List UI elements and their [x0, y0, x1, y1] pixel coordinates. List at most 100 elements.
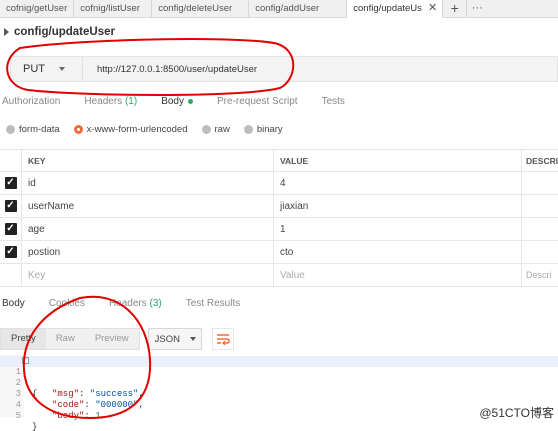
column-header-value: VALUE: [274, 150, 522, 171]
watermark: @51CTO博客: [479, 406, 554, 420]
response-tab-test-results[interactable]: Test Results: [186, 298, 240, 314]
wrap-lines-icon: [216, 334, 230, 345]
response-tab-body[interactable]: Body: [2, 298, 25, 314]
tab-list-user[interactable]: cofnig/listUser: [74, 0, 153, 18]
params-table: KEY VALUE DESCRI ✓ id 4 ✓ userName jiaxi…: [0, 149, 558, 287]
new-value-input[interactable]: Value: [274, 264, 522, 286]
headers-count: (1): [124, 96, 138, 107]
param-description-field[interactable]: [522, 195, 558, 217]
param-value-field[interactable]: jiaxian: [274, 195, 522, 217]
raw-button[interactable]: Raw: [46, 329, 85, 349]
tab-headers[interactable]: Headers (1): [84, 96, 137, 112]
radio-raw[interactable]: raw: [201, 124, 230, 135]
param-key-field[interactable]: age: [22, 218, 274, 240]
table-header-row: KEY VALUE DESCRI: [0, 150, 558, 172]
line-number: 5: [15, 411, 21, 421]
response-tabs: Body Cookies Headers (3) Test Results: [0, 298, 558, 314]
new-tab-button[interactable]: +: [443, 0, 468, 17]
column-header-description: DESCRI: [526, 155, 558, 166]
fold-toggle-icon[interactable]: -: [22, 357, 29, 364]
close-icon[interactable]: ✕: [428, 0, 437, 17]
table-row-placeholder: Key Value Descri: [0, 264, 558, 287]
response-headers-count: (3): [149, 298, 162, 309]
format-select[interactable]: JSON: [147, 328, 202, 350]
preview-button[interactable]: Preview: [85, 329, 139, 349]
radio-binary[interactable]: binary: [243, 124, 283, 135]
table-row: ✓ postion cto: [0, 241, 558, 264]
chevron-down-icon: [189, 337, 196, 341]
table-row: ✓ age 1: [0, 218, 558, 241]
url-input[interactable]: http://127.0.0.1:8500/user/updateUser: [83, 64, 257, 75]
tab-prerequest-script[interactable]: Pre-request Script: [217, 96, 298, 112]
param-key-field[interactable]: id: [22, 172, 274, 194]
active-dot-icon: [188, 98, 193, 104]
response-tab-headers[interactable]: Headers (3): [109, 298, 162, 314]
param-description-field[interactable]: [522, 218, 558, 240]
tab-tests[interactable]: Tests: [322, 96, 345, 112]
row-checkbox-cell: ✓: [0, 218, 22, 240]
new-description-input[interactable]: Descri: [522, 264, 558, 286]
request-section-tabs: Authorization Headers (1) Body Pre-reque…: [0, 96, 558, 112]
param-value-field[interactable]: cto: [274, 241, 522, 263]
code-line: 3 "code": "000000",: [0, 378, 558, 410]
view-mode-segment: Pretty Raw Preview: [0, 328, 140, 350]
tab-delete-user[interactable]: config/deleteUser: [152, 0, 250, 18]
code-line: 1 - {: [0, 356, 558, 399]
code-line: 5 }: [0, 400, 558, 431]
response-toolbar: Pretty Raw Preview JSON: [0, 327, 234, 351]
row-checkbox[interactable]: ✓: [4, 200, 17, 212]
radio-form-data-label: form-data: [19, 124, 60, 135]
chevron-down-icon: [59, 67, 65, 71]
radio-form-data[interactable]: form-data: [6, 124, 60, 135]
code-line: 4 "body": 1: [0, 389, 558, 421]
json-key: "body": [52, 411, 85, 421]
more-tabs-button[interactable]: ···: [467, 0, 487, 17]
response-tab-headers-label: Headers: [108, 298, 147, 309]
radio-urlencoded-label: x-www-form-urlencoded: [86, 124, 188, 135]
code-line: 2 "msg": "success",: [0, 367, 558, 399]
response-body-viewer[interactable]: 1 - { 2 "msg": "success", 3 "code": "000…: [0, 355, 558, 431]
param-value-field[interactable]: 4: [274, 172, 522, 194]
request-name-label: config/updateUser: [14, 26, 115, 38]
tab-add-user[interactable]: config/addUser: [249, 0, 348, 18]
wrap-lines-button[interactable]: [211, 328, 234, 350]
method-select[interactable]: PUT: [11, 57, 83, 81]
table-row: ✓ id 4: [0, 172, 558, 195]
param-description-field[interactable]: [522, 241, 558, 263]
param-value-field[interactable]: 1: [274, 218, 522, 240]
param-key-field[interactable]: userName: [22, 195, 274, 217]
table-row: ✓ userName jiaxian: [0, 195, 558, 218]
tab-update-user-label: config/updateUs: [353, 3, 422, 14]
param-key-field[interactable]: postion: [22, 241, 274, 263]
tab-get-user[interactable]: cofnig/getUser: [0, 0, 75, 18]
radio-off-icon: [243, 125, 253, 134]
new-key-input[interactable]: Key: [22, 264, 274, 286]
row-checkbox[interactable]: ✓: [4, 246, 17, 258]
tab-update-user[interactable]: config/updateUs ✕: [347, 0, 444, 18]
radio-off-icon: [6, 125, 15, 134]
header-check-cell: [0, 150, 22, 171]
row-checkbox-cell: ✓: [0, 241, 22, 263]
tab-body[interactable]: Body: [161, 96, 193, 112]
pretty-button[interactable]: Pretty: [1, 329, 46, 349]
row-checkbox[interactable]: ✓: [4, 177, 17, 189]
row-checkbox-cell: ✓: [0, 172, 22, 194]
code-text: }: [32, 422, 38, 431]
param-description-field[interactable]: [522, 172, 558, 194]
row-checkbox[interactable]: ✓: [4, 223, 17, 235]
body-type-selector: form-data x-www-form-urlencoded raw bina…: [6, 124, 297, 135]
tab-authorization[interactable]: Authorization: [2, 96, 60, 112]
radio-urlencoded[interactable]: x-www-form-urlencoded: [73, 124, 188, 135]
tab-body-label: Body: [161, 96, 184, 107]
code-text: "body": 1: [52, 411, 101, 421]
request-name[interactable]: config/updateUser: [4, 26, 115, 38]
radio-raw-label: raw: [214, 124, 230, 135]
url-bar: PUT http://127.0.0.1:8500/user/updateUse…: [10, 56, 558, 82]
response-tab-cookies[interactable]: Cookies: [49, 298, 85, 314]
caret-right-icon[interactable]: [4, 27, 9, 36]
row-checkbox-cell: ✓: [0, 195, 22, 217]
request-tab-bar: cofnig/getUser cofnig/listUser config/de…: [0, 0, 558, 18]
method-label: PUT: [23, 63, 45, 75]
radio-off-icon: [201, 125, 211, 134]
tab-headers-label: Headers: [84, 96, 123, 107]
